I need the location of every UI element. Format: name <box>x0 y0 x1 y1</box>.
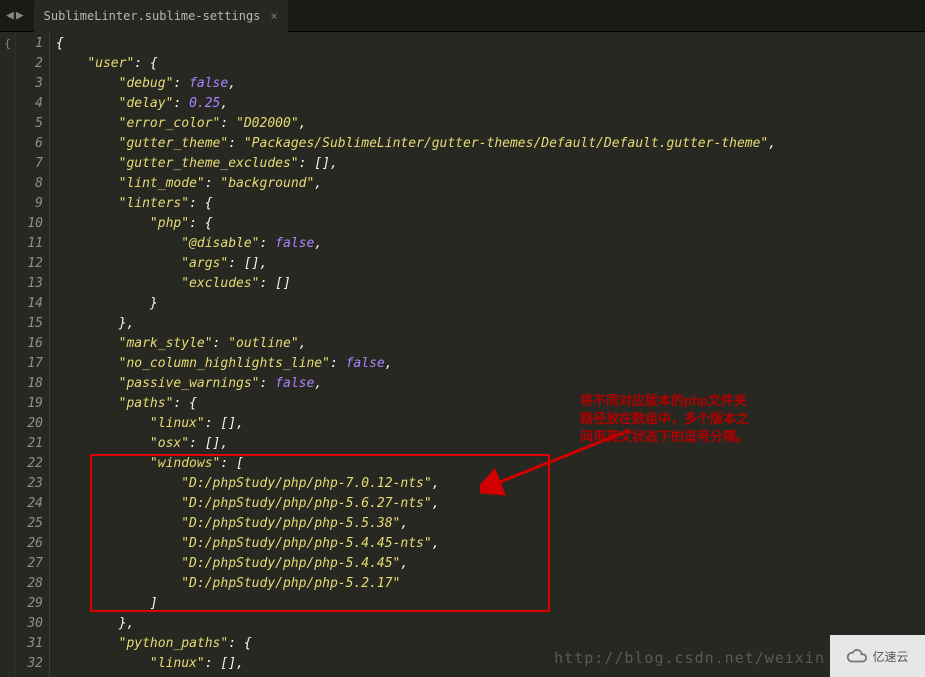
line-number: 29 <box>16 594 43 614</box>
nav-arrows: ◀ ▶ <box>0 8 30 23</box>
close-icon[interactable]: × <box>270 9 277 23</box>
logo-text: 亿速云 <box>872 648 908 665</box>
annotation-text: 将不同对应版本的php文件夹 路径放在数组中，多个版本之 间用英文状态下的逗号分… <box>580 392 790 446</box>
line-number: 27 <box>16 554 43 574</box>
fold-marker[interactable]: { <box>0 34 15 54</box>
line-number: 1 <box>16 34 43 54</box>
line-number: 11 <box>16 234 43 254</box>
cloud-icon <box>846 645 868 667</box>
line-number: 22 <box>16 454 43 474</box>
line-number: 24 <box>16 494 43 514</box>
line-number: 21 <box>16 434 43 454</box>
gutter: 1 2 3 4 5 6 7 8 9 10 11 12 13 14 15 16 1… <box>16 32 50 677</box>
line-number: 18 <box>16 374 43 394</box>
editor: { 1 2 3 4 5 6 7 8 9 10 11 12 13 14 15 16… <box>0 32 925 677</box>
line-number: 25 <box>16 514 43 534</box>
line-number: 19 <box>16 394 43 414</box>
line-number: 23 <box>16 474 43 494</box>
tab-bar: ◀ ▶ SublimeLinter.sublime-settings × <box>0 0 925 32</box>
line-number: 12 <box>16 254 43 274</box>
line-number: 10 <box>16 214 43 234</box>
forward-icon[interactable]: ▶ <box>16 8 24 23</box>
line-number: 26 <box>16 534 43 554</box>
line-number: 17 <box>16 354 43 374</box>
line-number: 2 <box>16 54 43 74</box>
file-tab[interactable]: SublimeLinter.sublime-settings × <box>34 0 288 32</box>
line-number: 20 <box>16 414 43 434</box>
line-number: 15 <box>16 314 43 334</box>
line-number: 30 <box>16 614 43 634</box>
fold-column: { <box>0 32 16 677</box>
line-number: 3 <box>16 74 43 94</box>
line-number: 32 <box>16 654 43 674</box>
line-number: 7 <box>16 154 43 174</box>
line-number: 14 <box>16 294 43 314</box>
tab-title: SublimeLinter.sublime-settings <box>44 9 261 23</box>
line-number: 28 <box>16 574 43 594</box>
code-view[interactable]: { "user": { "debug": false, "delay": 0.2… <box>50 32 925 677</box>
logo-badge: 亿速云 <box>830 635 925 677</box>
line-number: 13 <box>16 274 43 294</box>
line-number: 4 <box>16 94 43 114</box>
line-number: 8 <box>16 174 43 194</box>
back-icon[interactable]: ◀ <box>6 8 14 23</box>
watermark-text: http://blog.csdn.net/weixin <box>554 649 825 667</box>
line-number: 16 <box>16 334 43 354</box>
line-number: 6 <box>16 134 43 154</box>
line-number: 9 <box>16 194 43 214</box>
line-number: 31 <box>16 634 43 654</box>
line-number: 5 <box>16 114 43 134</box>
